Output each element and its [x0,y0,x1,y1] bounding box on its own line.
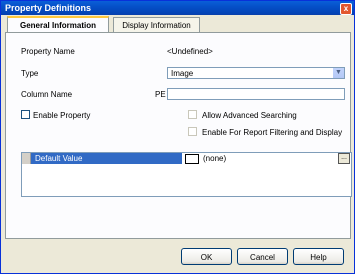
tab-display-information[interactable]: Display Information [113,17,200,33]
default-value-value-cell[interactable]: (none) ... [183,153,351,164]
type-dropdown-value: Image [171,69,194,78]
cancel-button[interactable]: Cancel [237,248,288,265]
chevron-down-icon[interactable]: ▼ [332,68,344,78]
enable-report-filtering-label: Enable For Report Filtering and Display [202,128,343,137]
type-dropdown[interactable]: Image ▼ [167,67,345,79]
allow-advanced-searching-label: Allow Advanced Searching [202,111,297,120]
ellipsis-button[interactable]: ... [338,153,350,164]
default-value-grid: Default Value (none) ... [21,152,352,197]
window-title: Property Definitions [5,3,92,13]
default-value-cell[interactable]: Default Value [31,153,182,164]
table-row[interactable]: Default Value (none) ... [22,153,351,164]
title-bar[interactable]: Property Definitions x [1,1,354,15]
general-information-panel: Property Name <Undefined> Type Image ▼ C… [5,32,352,239]
column-name-label: Column Name [21,90,73,99]
property-name-label: Property Name [21,47,75,56]
help-button[interactable]: Help [293,248,344,265]
ok-button[interactable]: OK [181,248,232,265]
default-value-text: (none) [203,154,227,163]
enable-property-checkbox[interactable] [21,110,30,119]
tab-general-information[interactable]: General Information [7,16,109,33]
color-swatch-icon [185,154,199,164]
allow-advanced-searching-checkbox[interactable] [188,110,197,119]
close-button[interactable]: x [340,3,352,15]
enable-report-filtering-checkbox[interactable] [188,127,197,136]
row-header [22,153,31,164]
property-definitions-window: Property Definitions x General Informati… [0,0,355,274]
type-label: Type [21,69,39,78]
enable-property-label: Enable Property [33,111,91,120]
column-name-input[interactable] [167,88,345,100]
column-prefix-label: PE [155,90,166,99]
property-name-value: <Undefined> [167,47,213,56]
